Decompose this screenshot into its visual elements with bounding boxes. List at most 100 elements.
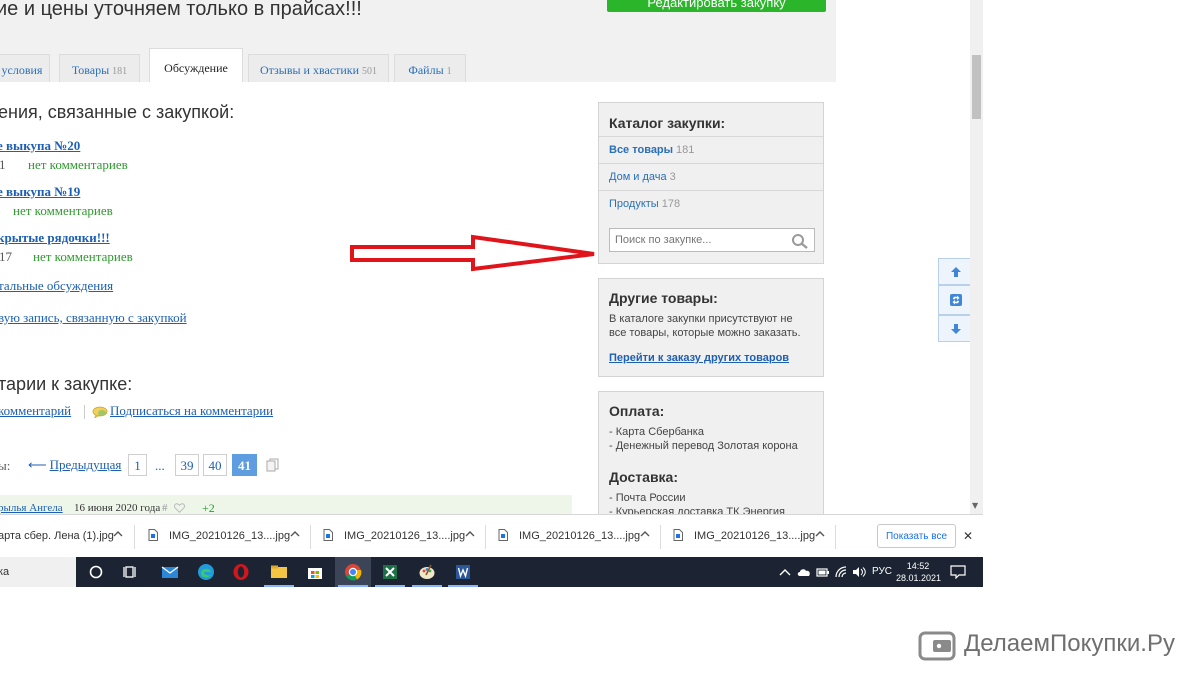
chevron-up-icon[interactable] bbox=[113, 529, 123, 539]
edge-icon[interactable] bbox=[196, 562, 216, 582]
mail-icon[interactable] bbox=[160, 562, 180, 582]
catalog-search bbox=[609, 228, 815, 252]
pager-page[interactable]: 1 bbox=[128, 454, 147, 476]
taskbar-search[interactable]: ка bbox=[0, 557, 76, 587]
notifications-icon[interactable] bbox=[950, 565, 966, 579]
close-downloads-icon[interactable]: ✕ bbox=[963, 529, 973, 543]
comment-anchor[interactable]: # bbox=[162, 502, 168, 514]
taskbar-clock[interactable]: 14:52 28.01.2021 bbox=[896, 560, 941, 584]
arrow-left-icon: ⟵ bbox=[28, 457, 47, 472]
edit-purchase-button[interactable]: Редактировать закупку bbox=[607, 0, 826, 12]
tab-label: Товары bbox=[71, 63, 110, 77]
chevron-up-icon[interactable] bbox=[815, 529, 825, 539]
chevron-up-icon[interactable] bbox=[779, 567, 791, 577]
chevron-up-icon[interactable] bbox=[465, 529, 475, 539]
paint-icon[interactable] bbox=[417, 562, 437, 582]
volume-icon[interactable] bbox=[852, 565, 866, 579]
store-icon[interactable] bbox=[305, 562, 325, 582]
copy-pages-icon[interactable] bbox=[266, 458, 280, 472]
like-heart-icon[interactable] bbox=[174, 503, 185, 513]
catalog-item-label: Дом и дача bbox=[609, 171, 667, 183]
download-item[interactable]: IMG_20210126_13....jpg bbox=[311, 515, 483, 558]
pager-previous-link[interactable]: ⟵ Предыдущая bbox=[28, 457, 121, 473]
browser-viewport: ие и цены уточняем только в прайсах!!! Р… bbox=[0, 0, 983, 514]
excel-icon[interactable] bbox=[380, 562, 400, 582]
catalog-item-home[interactable]: Дом и дача 3 bbox=[599, 163, 823, 190]
catalog-item-all[interactable]: Все товары 181 bbox=[599, 136, 823, 163]
discussion-link[interactable]: е выкупа №20 bbox=[0, 138, 80, 154]
file-icon bbox=[498, 529, 508, 541]
download-item[interactable]: IMG_20210126_13....jpg bbox=[136, 515, 308, 558]
pager-label: ы: bbox=[0, 458, 11, 473]
comment-header: рылья Ангела 16 июня 2020 года # +2 bbox=[0, 495, 572, 514]
wifi-icon[interactable] bbox=[834, 565, 848, 579]
tab-products[interactable]: Товары 181 bbox=[59, 54, 140, 82]
refresh-icon bbox=[950, 294, 962, 306]
tab-count: 501 bbox=[362, 66, 378, 77]
scroll-down-arrow-icon[interactable]: ▼ bbox=[972, 501, 978, 510]
file-explorer-icon[interactable] bbox=[269, 562, 289, 582]
discussion-meta: 1 bbox=[0, 157, 6, 172]
catalog-item-food[interactable]: Продукты 178 bbox=[599, 190, 823, 217]
word-icon[interactable] bbox=[453, 562, 473, 582]
discussion-link[interactable]: крытые рядочки!!! bbox=[0, 230, 110, 246]
active-app-indicator bbox=[264, 585, 294, 587]
battery-icon[interactable] bbox=[816, 566, 830, 578]
add-comment-link[interactable]: комментарий bbox=[0, 403, 71, 419]
discussion-comments: нет комментариев bbox=[33, 249, 133, 264]
chevron-up-icon[interactable] bbox=[640, 529, 650, 539]
file-icon bbox=[673, 529, 683, 541]
download-item[interactable]: арта сбер. Лена (1).jpg bbox=[0, 515, 133, 558]
pager-current-page[interactable]: 41 bbox=[232, 454, 257, 476]
other-goods-panel: Другие товары: В каталоге закупки присут… bbox=[598, 278, 824, 377]
download-filename: арта сбер. Лена (1).jpg bbox=[0, 530, 114, 542]
divider bbox=[84, 405, 85, 419]
comment-author[interactable]: рылья Ангела bbox=[0, 502, 63, 514]
show-all-downloads-button[interactable]: Показать все bbox=[877, 524, 956, 548]
comment-date: 16 июня 2020 года bbox=[74, 502, 161, 514]
refresh-button[interactable] bbox=[938, 285, 972, 315]
all-discussions-link[interactable]: тальные обсуждения bbox=[0, 278, 113, 294]
tab-files[interactable]: Файлы 1 bbox=[394, 54, 466, 82]
payment-line: - Денежный перевод Золотая корона bbox=[609, 440, 798, 452]
tab-conditions[interactable]: условия bbox=[0, 54, 50, 82]
catalog-item-count: 3 bbox=[669, 171, 676, 183]
scroll-top-button[interactable] bbox=[938, 258, 972, 285]
catalog-search-input[interactable] bbox=[615, 232, 783, 248]
other-goods-link[interactable]: Перейти к заказу других товаров bbox=[609, 352, 789, 364]
cloud-icon[interactable] bbox=[796, 566, 812, 578]
tab-label: Обсуждение bbox=[164, 61, 228, 75]
chrome-icon[interactable] bbox=[343, 562, 363, 582]
payment-title: Оплата: bbox=[609, 403, 665, 419]
scroll-bottom-button[interactable] bbox=[938, 315, 972, 342]
scrollbar-thumb[interactable] bbox=[972, 55, 981, 119]
tab-discussion[interactable]: Обсуждение bbox=[149, 48, 243, 82]
windows-taskbar: ка РУС 14:52 28.01.2021 bbox=[0, 557, 983, 587]
new-discussion-link[interactable]: вую запись, связанную с закупкой bbox=[0, 310, 187, 326]
pager-page[interactable]: 40 bbox=[203, 454, 227, 476]
tab-reviews[interactable]: Отзывы и хвастики 501 bbox=[248, 54, 389, 82]
chevron-up-icon[interactable] bbox=[290, 529, 300, 539]
comment-score: +2 bbox=[202, 501, 215, 514]
tab-count: 1 bbox=[446, 66, 452, 77]
cortana-icon[interactable] bbox=[86, 562, 106, 582]
main-content: ения, связанные с закупкой: е выкупа №20… bbox=[0, 82, 836, 514]
catalog-title: Каталог закупки: bbox=[609, 115, 726, 131]
downloads-bar: арта сбер. Лена (1).jpg IMG_20210126_13.… bbox=[0, 514, 983, 557]
pager-page[interactable]: 39 bbox=[175, 454, 199, 476]
discussion-link[interactable]: е выкупа №19 bbox=[0, 184, 80, 200]
download-filename: IMG_20210126_13....jpg bbox=[694, 530, 816, 542]
payment-delivery-panel: Оплата: - Карта Сбербанка - Денежный пер… bbox=[598, 391, 824, 514]
search-icon[interactable] bbox=[791, 233, 809, 249]
floating-scroll-controls bbox=[938, 258, 972, 342]
download-item[interactable]: IMG_20210126_13....jpg bbox=[486, 515, 658, 558]
purchase-headline: ие и цены уточняем только в прайсах!!! bbox=[0, 0, 362, 20]
task-view-icon[interactable] bbox=[121, 562, 141, 582]
active-app-indicator bbox=[448, 585, 478, 587]
discussions-heading: ения, связанные с закупкой: bbox=[0, 102, 235, 122]
download-filename: IMG_20210126_13....jpg bbox=[519, 530, 641, 542]
subscribe-comments-link[interactable]: Подписаться на комментарии bbox=[110, 403, 273, 419]
download-item[interactable]: IMG_20210126_13....jpg bbox=[661, 515, 833, 558]
opera-icon[interactable] bbox=[231, 562, 251, 582]
language-indicator[interactable]: РУС bbox=[872, 557, 892, 587]
